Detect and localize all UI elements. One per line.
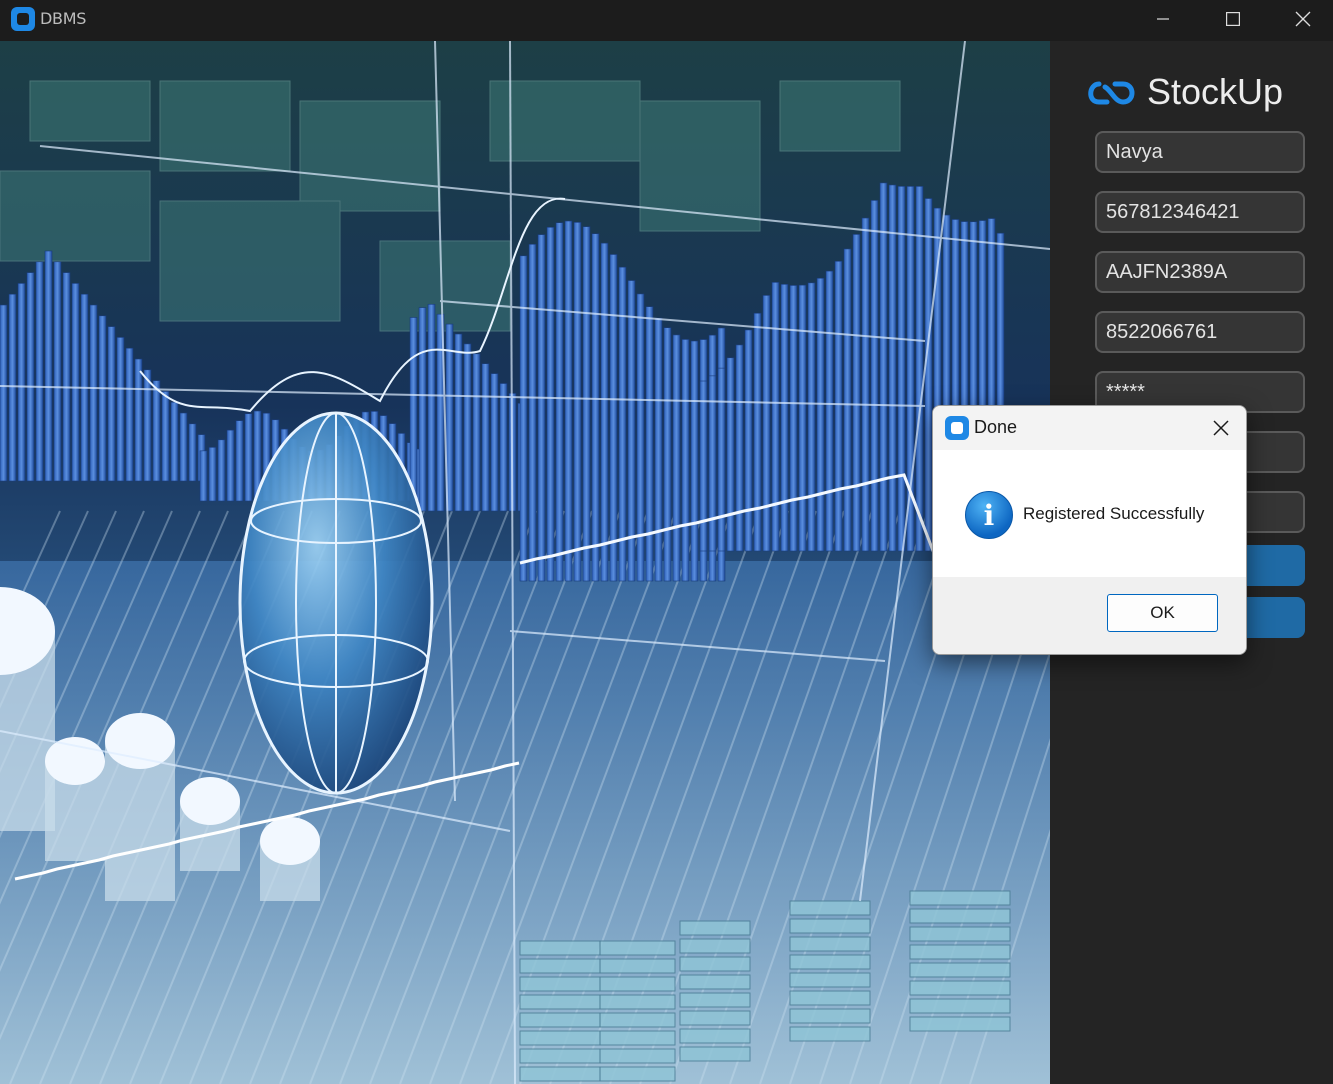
info-icon: i [965,491,1013,539]
dialog-app-icon [945,416,969,440]
minimize-button[interactable] [1128,0,1198,37]
window-title: DBMS [40,9,87,28]
close-icon [1213,420,1229,436]
close-icon [1295,11,1311,26]
app-logo-icon [11,7,35,31]
brand-name: StockUp [1147,71,1284,112]
app-window: DBMS StockUp Navya 567812346421 AAJFN238… [0,0,1333,1084]
message-dialog: Done i Registered Successfully OK [932,405,1247,655]
dialog-title: Done [974,417,1018,437]
hero-image [0,41,1050,1084]
minimize-icon [1157,17,1169,20]
pan-field[interactable] [1095,251,1305,293]
maximize-icon [1226,11,1240,26]
dialog-title-bar: Done [933,406,1246,450]
maximize-button[interactable] [1198,0,1268,37]
stock-chart-illustration [0,41,1050,1084]
name-field[interactable] [1095,131,1305,173]
dialog-message: Registered Successfully [1023,504,1205,523]
dialog-close-button[interactable] [1201,412,1241,444]
ok-button[interactable]: OK [1107,594,1218,632]
title-bar: DBMS [0,0,1333,41]
phone-field[interactable] [1095,311,1305,353]
infinity-cloud-logo-icon [1088,81,1135,105]
dialog-footer: OK [933,577,1246,654]
close-button[interactable] [1268,0,1333,37]
aadhaar-field[interactable] [1095,191,1305,233]
